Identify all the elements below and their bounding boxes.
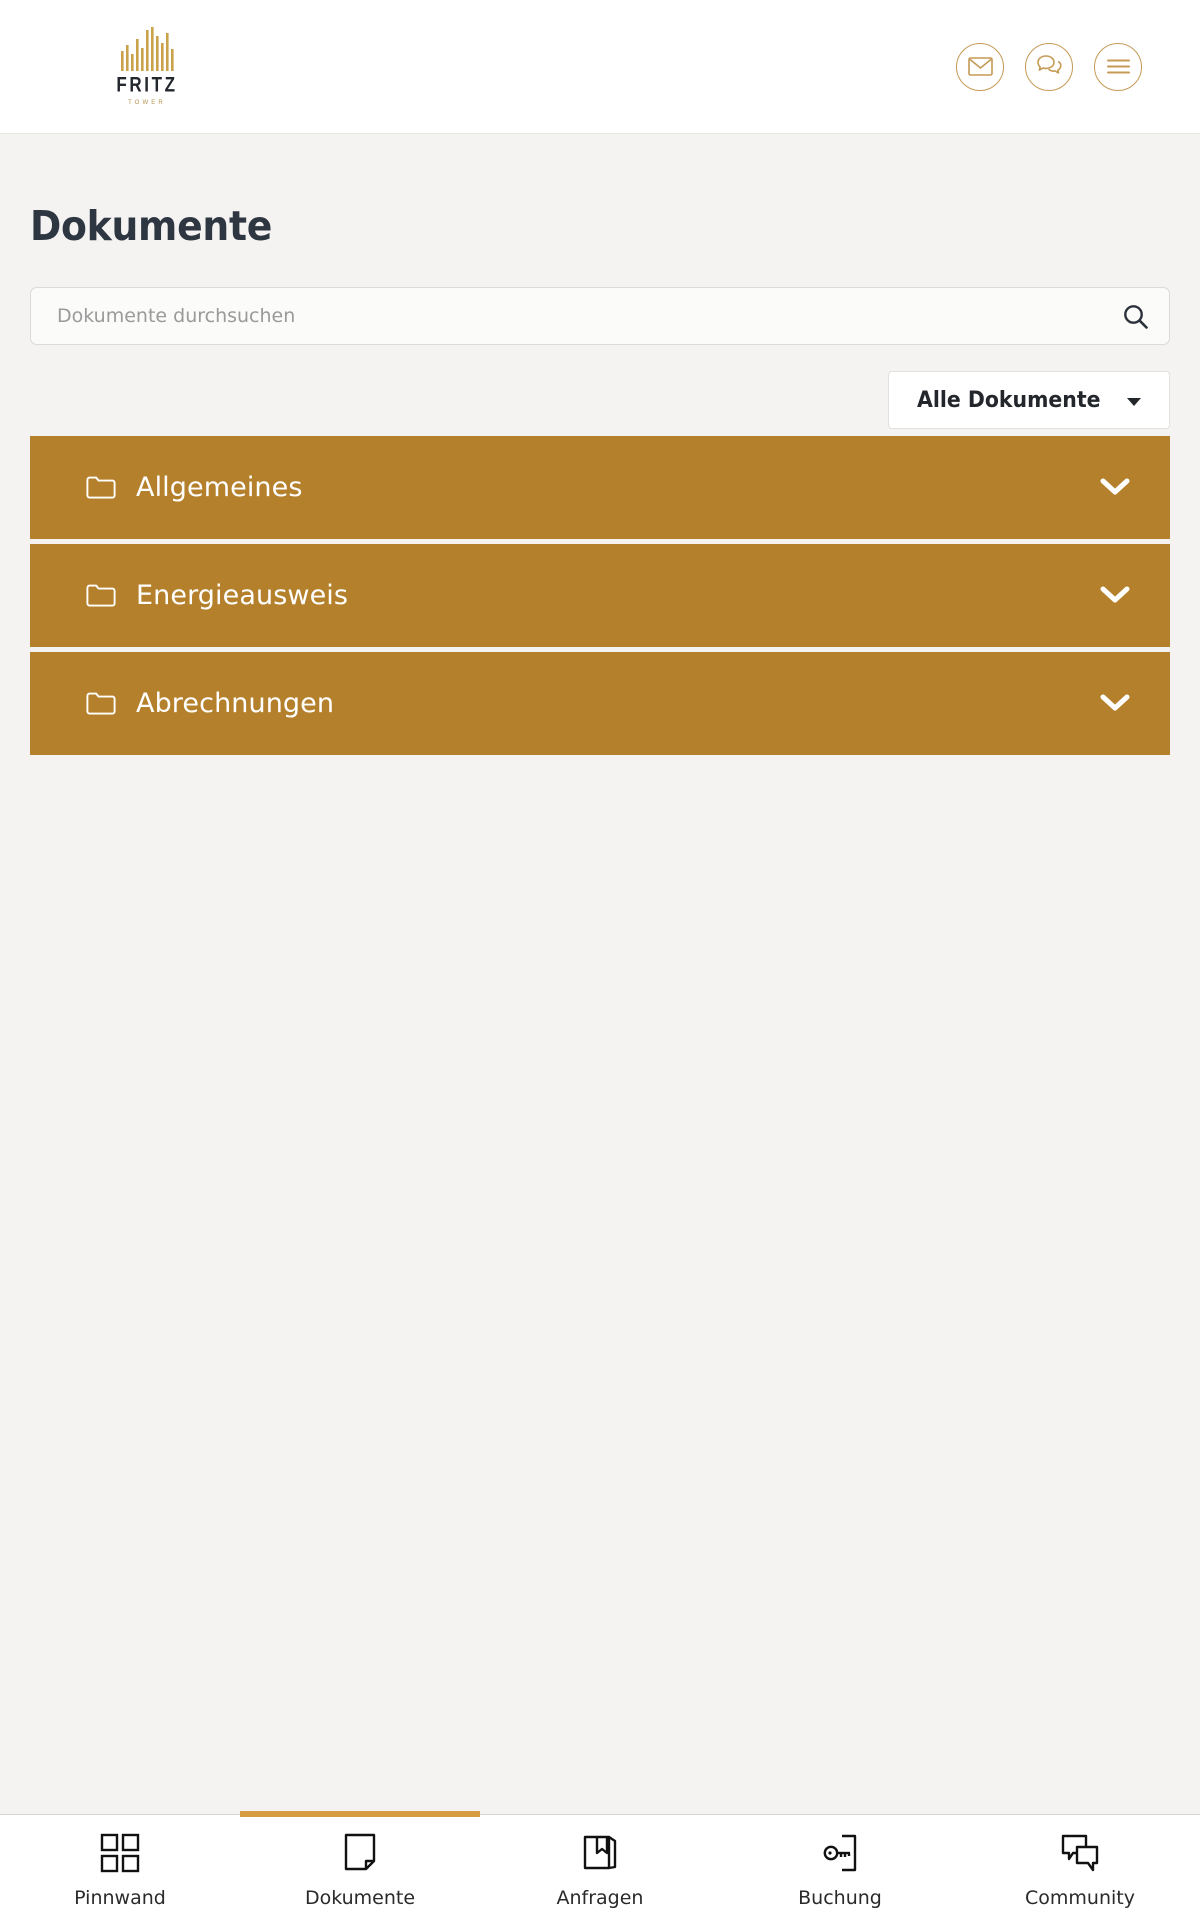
skyline-bars-icon (121, 27, 174, 71)
folder-row[interactable]: Allgemeines (30, 436, 1170, 539)
chat-button[interactable] (1025, 42, 1073, 91)
search-submit-button[interactable] (1114, 295, 1156, 337)
hamburger-menu-icon (1106, 59, 1130, 74)
chat-icon (1036, 55, 1062, 74)
brand-logo[interactable]: FRITZ TOWER (110, 27, 184, 106)
folder-row-left: Abrechnungen (86, 688, 1098, 719)
folder-label: Allgemeines (136, 472, 303, 503)
bottom-navigation: Pinnwand Dokumente Anfragen Buchung Comm… (0, 1814, 1200, 1920)
nav-item-pinnwand[interactable]: Pinnwand (0, 1815, 240, 1920)
folder-icon (86, 584, 116, 607)
nav-label: Dokumente (304, 1886, 416, 1909)
folder-row-left: Allgemeines (86, 472, 1098, 503)
nav-item-dokumente[interactable]: Dokumente (240, 1815, 480, 1920)
folder-row-left: Energieausweis (86, 580, 1098, 611)
folder-list: Allgemeines Energieausweis Abrechnungen (30, 436, 1170, 755)
search-bar (30, 287, 1170, 345)
book-bookmark-icon (579, 1828, 621, 1878)
main-content: Dokumente Alle Dokumente Allgemeines (0, 134, 1200, 755)
nav-label: Buchung (798, 1886, 882, 1909)
nav-item-community[interactable]: Community (960, 1815, 1200, 1920)
nav-label: Pinnwand (74, 1886, 166, 1909)
nav-item-anfragen[interactable]: Anfragen (480, 1815, 720, 1920)
nav-label: Community (1025, 1886, 1135, 1909)
filter-dropdown-label: Alle Dokumente (916, 387, 1101, 413)
document-page-icon (339, 1828, 381, 1878)
folder-label: Energieausweis (136, 580, 349, 611)
key-door-icon (819, 1828, 861, 1878)
brand-subtitle: TOWER (128, 100, 166, 106)
header-actions (956, 42, 1142, 91)
folder-icon (86, 692, 116, 715)
chevron-down-icon[interactable] (1098, 687, 1132, 721)
search-icon (1123, 304, 1148, 329)
search-input[interactable] (30, 287, 1170, 345)
chat-bubbles-icon (1059, 1828, 1101, 1878)
filter-dropdown-button[interactable]: Alle Dokumente (887, 371, 1170, 429)
app-header: FRITZ TOWER (0, 0, 1200, 134)
chevron-down-icon (1127, 397, 1141, 406)
page-title: Dokumente (30, 202, 273, 250)
chevron-down-icon[interactable] (1098, 471, 1132, 505)
nav-label: Anfragen (556, 1886, 644, 1909)
menu-button[interactable] (1094, 42, 1142, 91)
nav-item-buchung[interactable]: Buchung (720, 1815, 960, 1920)
grid-icon (99, 1828, 141, 1878)
mail-button[interactable] (956, 42, 1004, 91)
brand-name: FRITZ (116, 72, 178, 97)
mail-icon (967, 57, 993, 76)
chevron-down-icon[interactable] (1098, 579, 1132, 613)
folder-icon (86, 476, 116, 499)
folder-label: Abrechnungen (136, 688, 335, 719)
filter-row: Alle Dokumente (30, 371, 1170, 429)
folder-row[interactable]: Abrechnungen (30, 652, 1170, 755)
folder-row[interactable]: Energieausweis (30, 544, 1170, 647)
